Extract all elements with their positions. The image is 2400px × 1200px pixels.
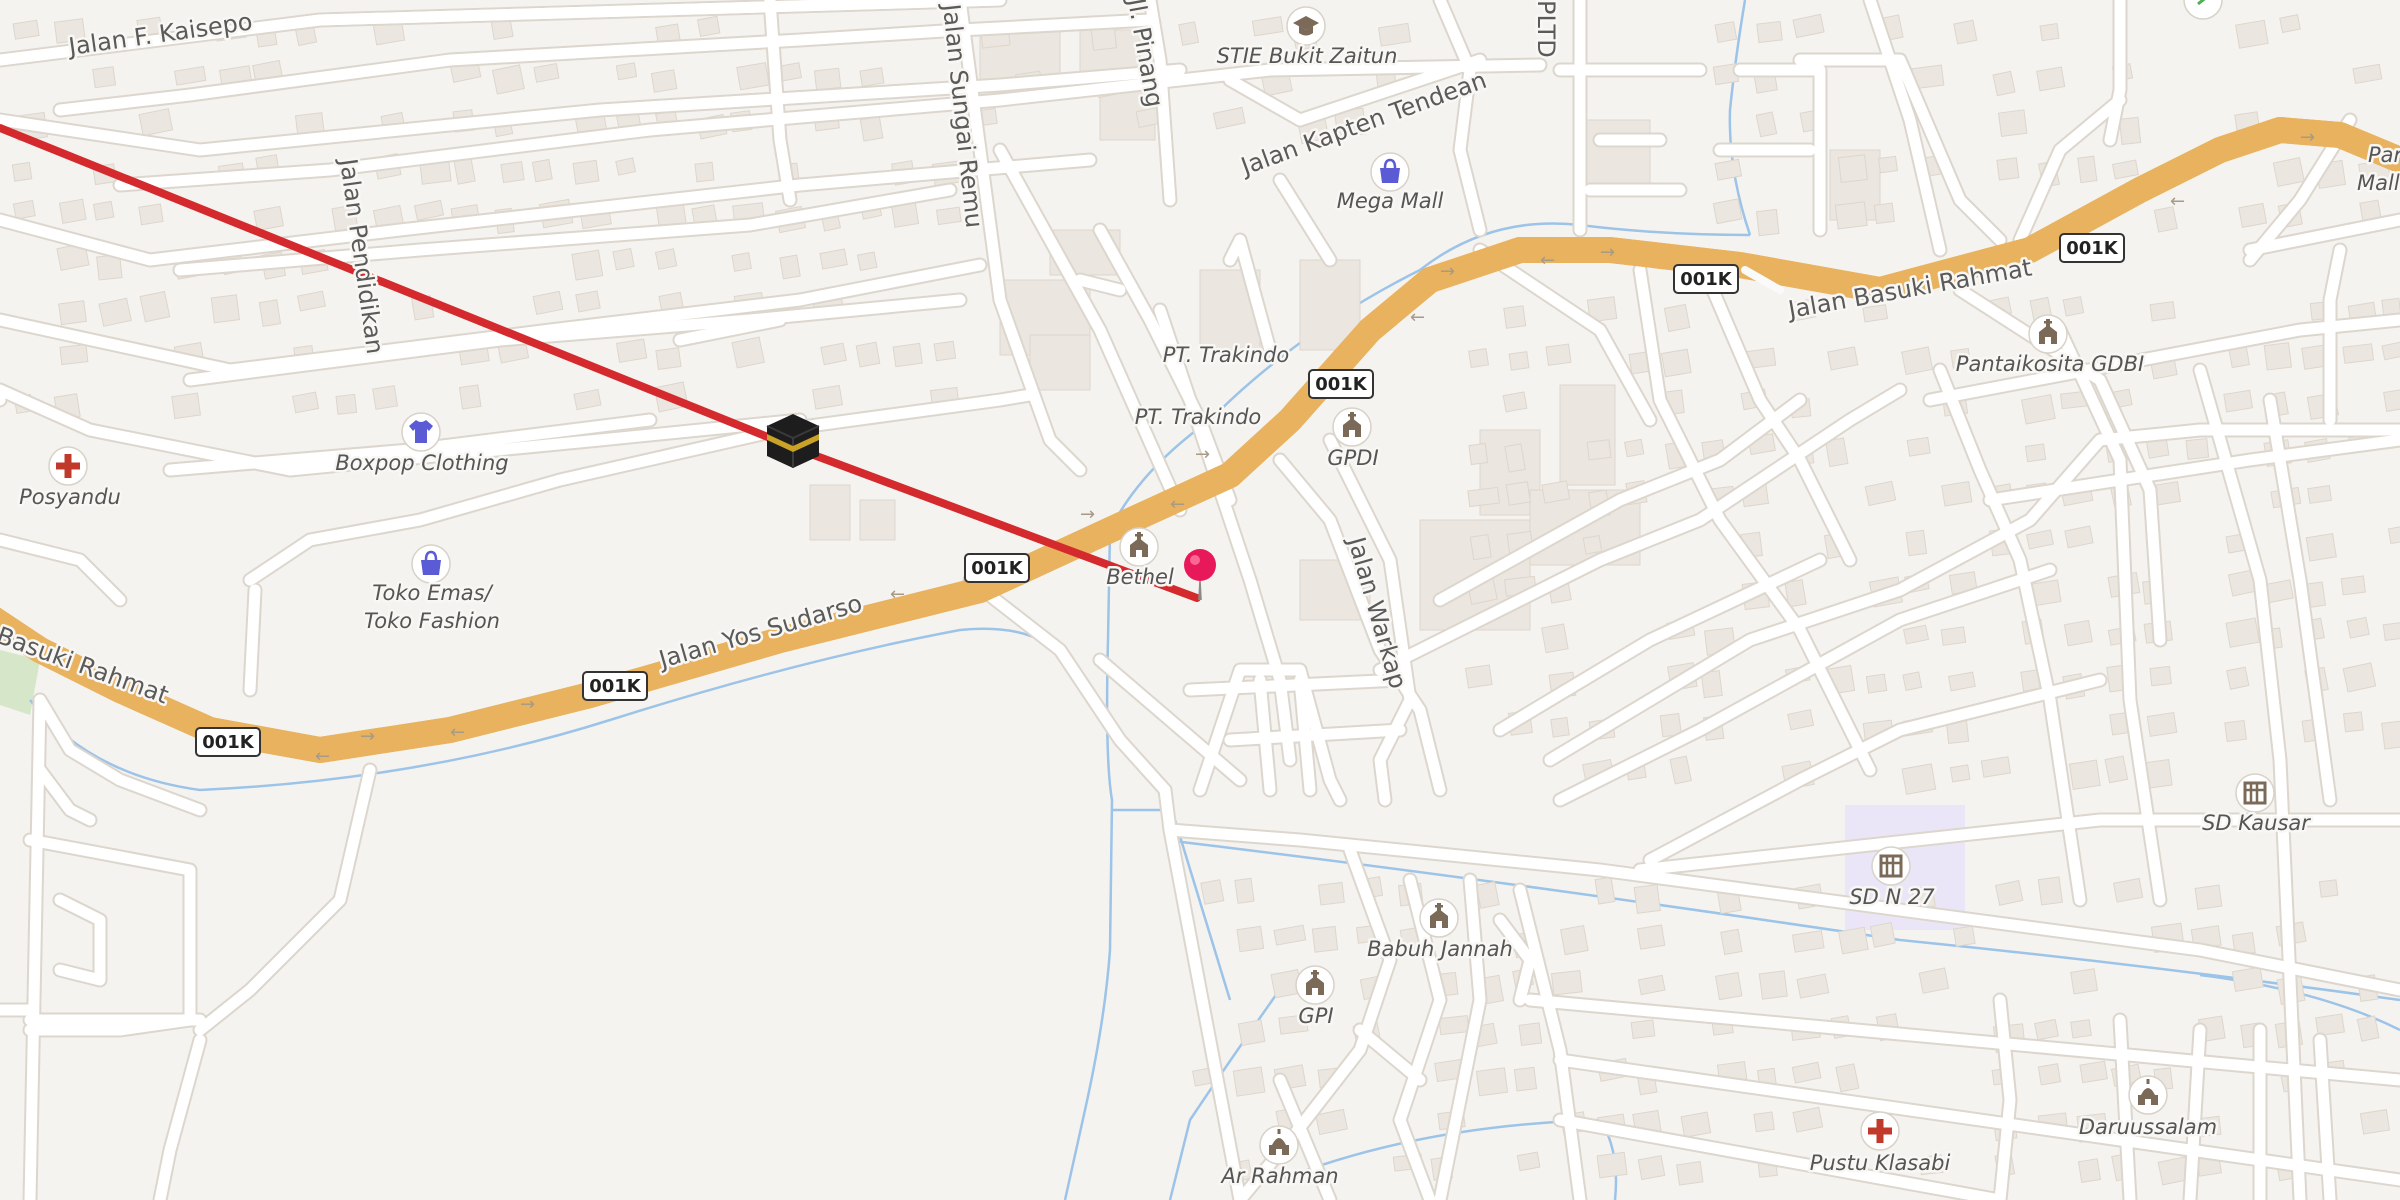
road-shield: 001K (582, 671, 648, 701)
poi-label-gpdi: GPDI (1327, 446, 1378, 470)
church-icon (2028, 314, 2068, 354)
svg-text:→: → (360, 726, 375, 747)
svg-text:←: ← (1410, 307, 1425, 328)
road-shield: 001K (195, 727, 261, 757)
poi-label-sd-kausar: SD Kausar (2202, 811, 2311, 835)
poi-label-pustu: Pustu Klasabi (1810, 1151, 1951, 1175)
church-icon (1119, 527, 1159, 567)
poi-label-boxpop: Boxpop Clothing (335, 451, 508, 475)
health-cross-icon (1860, 1111, 1900, 1151)
poi-label-bethel: Bethel (1106, 565, 1174, 589)
poi-label-pantaikosita: Pantaikosita GDBI (1956, 352, 2144, 376)
poi-label-sd-n27: SD N 27 (1849, 885, 1935, 909)
svg-text:001K: 001K (971, 558, 1024, 579)
poi-label-mall-partial: Mall (2357, 171, 2400, 195)
poi-label-pt-trakindo: PT. Trakindo (1163, 343, 1290, 367)
road-shield: 001K (964, 553, 1030, 583)
school-icon (2234, 772, 2276, 814)
street-label-pltd: PLTD (1532, 0, 1560, 58)
poi-label-mega-mall: Mega Mall (1337, 189, 1444, 213)
road-shield: 001K (2059, 233, 2125, 263)
mosque-icon (1259, 1125, 1299, 1165)
svg-text:→: → (1080, 504, 1095, 525)
poi-label-pt-trakindo: PT. Trakindo (1135, 405, 1262, 429)
poi-label-ar-rahman: Ar Rahman (1219, 1164, 1338, 1188)
svg-text:001K: 001K (1680, 269, 1733, 290)
svg-text:001K: 001K (1315, 374, 1368, 395)
svg-text:←: ← (1540, 250, 1555, 271)
poi-label-daruussalam: Daruussalam (2079, 1115, 2217, 1139)
svg-text:←: ← (450, 722, 465, 743)
graduation-cap-icon (1286, 6, 1326, 46)
church-icon (1419, 898, 1459, 938)
svg-text:→: → (1440, 261, 1455, 282)
svg-text:→: → (520, 694, 535, 715)
poi-label-gpi: GPI (1298, 1004, 1333, 1028)
road-shield: 001K (1673, 264, 1739, 294)
map-canvas[interactable]: ← → ← → ← → ← → ← → ← → ← → 001K 001K 001K 001K… (0, 0, 2400, 1200)
health-cross-icon (48, 446, 88, 486)
svg-text:001K: 001K (202, 732, 255, 753)
poi-label-stie: STIE Bukit Zaitun (1217, 44, 1398, 68)
mosque-icon (2128, 1075, 2168, 1115)
shopping-bag-icon (410, 543, 452, 585)
poi-label-babuh-jannah: Babuh Jannah (1367, 937, 1513, 961)
poi-label-mall-partial: Par (2368, 143, 2400, 167)
svg-text:←: ← (2170, 191, 2185, 212)
road-shield: 001K (1308, 369, 1374, 399)
poi-label-posyandu: Posyandu (19, 485, 121, 509)
poi-label-toko-emas: Toko Emas/ (372, 581, 493, 605)
svg-text:→: → (1195, 444, 1210, 465)
church-icon (1332, 407, 1372, 447)
svg-text:001K: 001K (589, 676, 642, 697)
svg-text:←: ← (890, 584, 905, 605)
school-icon (1870, 845, 1912, 887)
clothing-shop-icon (401, 412, 441, 452)
svg-text:←: ← (1170, 494, 1185, 515)
svg-text:→: → (1600, 242, 1615, 263)
church-icon (1295, 965, 1335, 1005)
poi-label-toko-fashion: Toko Fashion (364, 609, 500, 633)
svg-text:←: ← (315, 746, 330, 767)
shopping-bag-icon (1369, 151, 1411, 193)
svg-text:→: → (2300, 127, 2315, 148)
svg-text:001K: 001K (2066, 238, 2119, 259)
